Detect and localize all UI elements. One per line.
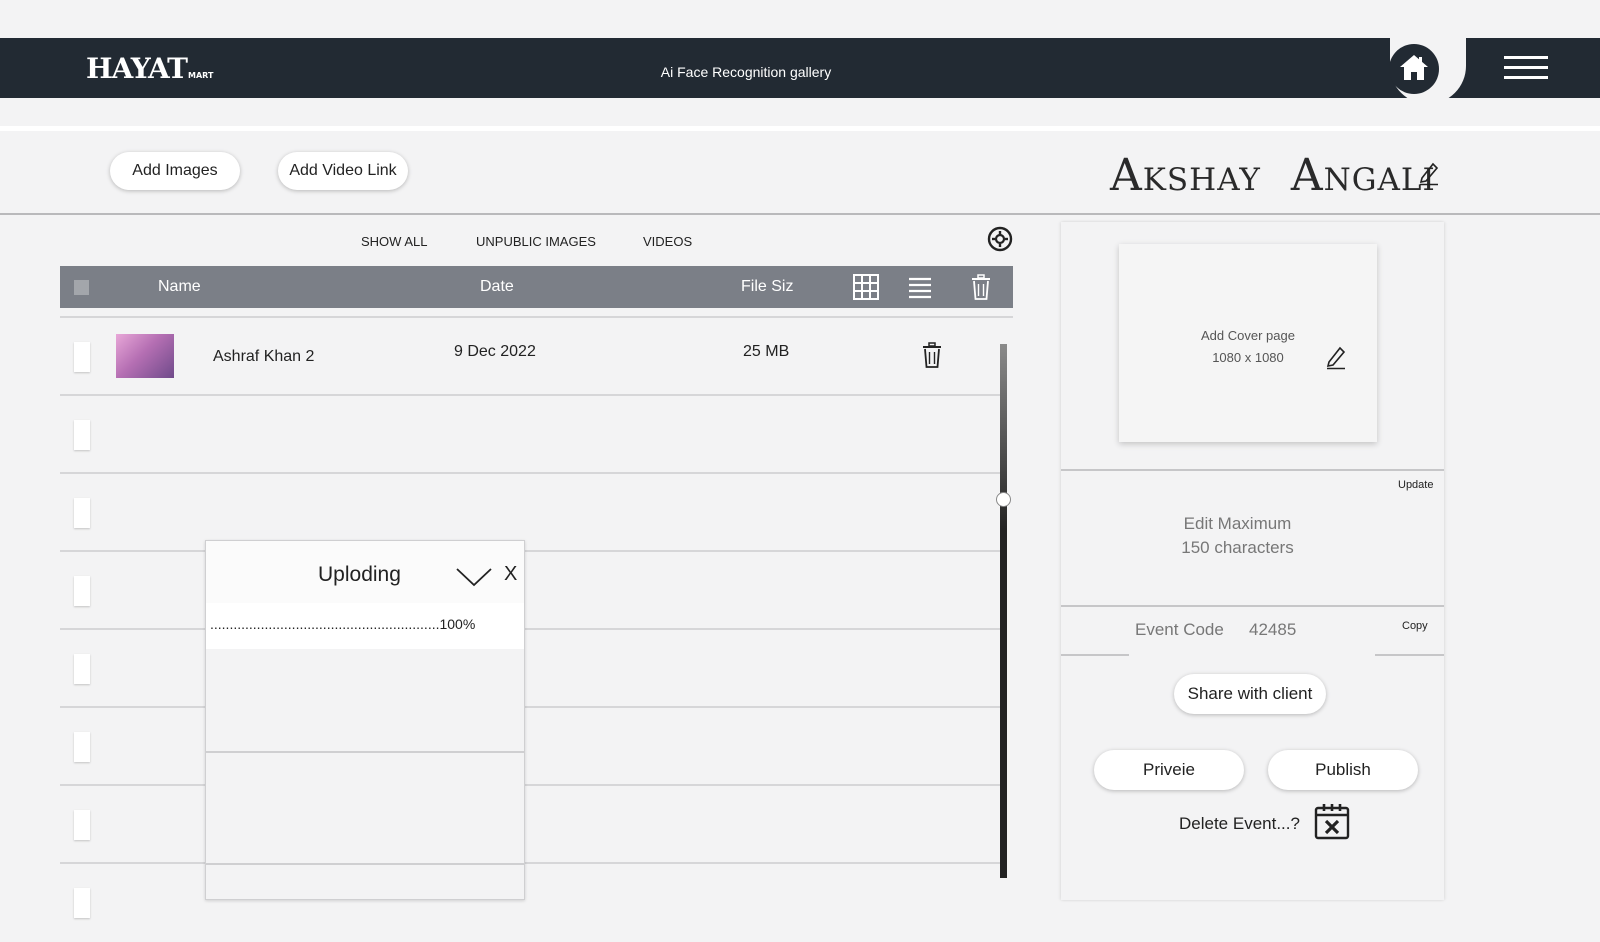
copy-code-button[interactable]: Copy [1402,620,1428,632]
row-checkbox[interactable] [74,498,90,528]
upload-panel: Uploding X .............................… [205,540,525,900]
table-row[interactable] [60,396,1000,474]
select-all-checkbox[interactable] [74,280,89,295]
delete-selected-trash-icon[interactable] [971,274,991,300]
preview-button[interactable]: Priveie [1094,750,1244,790]
list-view-icon[interactable] [908,276,932,300]
collapse-chevron-down-icon[interactable] [456,567,492,587]
row-delete-trash-icon[interactable] [922,342,942,368]
event-name-first: Akshay [1110,150,1261,201]
share-with-client-button[interactable]: Share with client [1174,674,1326,714]
column-name[interactable]: Name [158,278,201,296]
event-name-second: Angali [1290,150,1436,201]
column-date[interactable]: Date [480,278,514,296]
file-name: Ashraf Khan 2 [213,348,315,365]
row-checkbox[interactable] [74,420,90,450]
row-checkbox[interactable] [74,810,90,840]
event-title: Akshay Angali [1110,150,1466,201]
delete-calendar-icon[interactable] [1314,802,1350,840]
update-description-link[interactable]: Update [1398,479,1433,491]
edit-event-title-icon[interactable] [1418,160,1440,186]
upload-close-button[interactable]: X [504,563,517,586]
row-checkbox[interactable] [74,654,90,684]
table-scrollbar[interactable] [1000,344,1007,878]
file-size: 25 MB [743,343,790,360]
home-button[interactable] [1389,44,1439,94]
file-table: Ashraf Khan 2 9 Dec 2022 25 MB [60,318,1000,918]
divider [0,213,1600,215]
row-checkbox[interactable] [74,888,90,918]
description-line-2: 150 characters [1181,538,1294,557]
cover-page-card[interactable]: Add Cover page 1080 x 1080 [1119,244,1377,442]
add-video-link-button[interactable]: Add Video Link [278,152,408,190]
settings-gear-icon[interactable] [987,226,1013,252]
top-bar: HAYATMART Ai Face Recognition gallery [0,32,1600,104]
upload-title: Uploding [318,563,401,586]
event-settings-panel: Add Cover page 1080 x 1080 Update Edit M… [1061,222,1444,900]
row-checkbox[interactable] [74,342,90,372]
description-line-1: Edit Maximum [1183,514,1292,533]
column-file-size[interactable]: File Siz [741,278,793,296]
upload-panel-header: Uploding X [206,541,524,603]
tab-show-all[interactable]: SHOW ALL [361,234,427,249]
add-images-button[interactable]: Add Images [110,152,240,190]
tab-unpublic-images[interactable]: UNPUBLIC IMAGES [476,234,596,249]
upload-divider [206,863,524,865]
edit-cover-icon[interactable] [1325,344,1347,370]
table-row[interactable] [60,864,1000,942]
event-code-label: Event Code [1135,620,1224,639]
row-checkbox[interactable] [74,576,90,606]
table-row[interactable] [60,552,1000,630]
grid-view-icon[interactable] [853,274,879,300]
upload-divider [206,751,524,753]
upload-progress-text: ........................................… [206,603,524,649]
publish-button[interactable]: Publish [1268,750,1418,790]
divider [1375,654,1444,656]
table-row[interactable]: Ashraf Khan 2 9 Dec 2022 25 MB [60,318,1000,396]
table-row[interactable] [60,786,1000,864]
separator [0,126,1600,131]
event-code-value: 42485 [1249,620,1297,639]
hamburger-menu-icon[interactable] [1504,56,1548,80]
file-date: 9 Dec 2022 [454,343,536,360]
delete-event-button[interactable]: Delete Event...? [1179,814,1300,834]
image-thumbnail[interactable] [116,334,174,378]
table-row[interactable] [60,630,1000,708]
row-checkbox[interactable] [74,732,90,762]
scrollbar-thumb[interactable] [996,492,1011,507]
table-row[interactable] [60,474,1000,552]
tab-videos[interactable]: VIDEOS [643,234,692,249]
divider [1061,654,1129,656]
divider [1061,605,1444,607]
app-title: Ai Face Recognition gallery [660,64,832,80]
home-icon [1400,55,1428,80]
cover-title: Add Cover page [1201,328,1295,343]
table-header: Name Date File Siz [60,266,1013,308]
table-row[interactable] [60,708,1000,786]
event-description[interactable]: Edit Maximum 150 characters [1061,512,1414,560]
divider [1061,469,1444,471]
